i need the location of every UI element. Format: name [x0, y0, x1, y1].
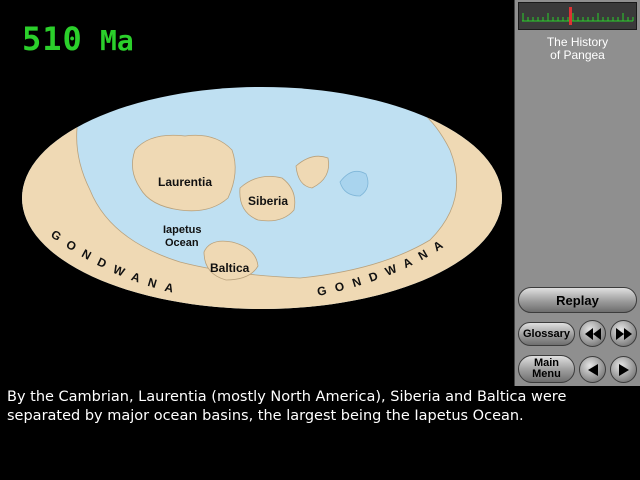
step-forward-button[interactable] [610, 356, 637, 383]
siberia-label: Siberia [248, 194, 288, 208]
replay-button[interactable]: Replay [518, 287, 637, 313]
baltica-label: Baltica [210, 261, 250, 275]
iapetus-label-line1: Iapetus [163, 224, 202, 236]
age-display: 510 Ma [22, 22, 134, 56]
rewind-icon [584, 327, 601, 340]
step-forward-icon [618, 363, 629, 376]
main-menu-button[interactable]: Main Menu [518, 355, 575, 383]
paleogeographic-map: Laurentia Siberia Iapetus Ocean Baltica … [22, 87, 502, 309]
timeline-slider[interactable] [518, 2, 637, 30]
step-back-button[interactable] [579, 356, 606, 383]
laurentia-label: Laurentia [158, 175, 212, 189]
glossary-button[interactable]: Glossary [518, 322, 575, 346]
timeline-marker[interactable] [569, 7, 572, 25]
step-back-icon [587, 363, 598, 376]
age-unit: Ma [100, 24, 134, 56]
iapetus-label-line2: Ocean [165, 237, 199, 249]
app-title: The History of Pangea [546, 35, 609, 62]
rewind-button[interactable] [579, 320, 606, 347]
control-panel: The History of Pangea Replay Glossary Ma… [515, 0, 640, 386]
age-digits: 510 [22, 22, 83, 56]
fast-forward-icon [615, 327, 632, 340]
caption-text: By the Cambrian, Laurentia (mostly North… [7, 389, 567, 424]
map-stage: Laurentia Siberia Iapetus Ocean Baltica … [0, 0, 515, 386]
fast-forward-button[interactable] [610, 320, 637, 347]
caption-area: By the Cambrian, Laurentia (mostly North… [0, 386, 640, 480]
